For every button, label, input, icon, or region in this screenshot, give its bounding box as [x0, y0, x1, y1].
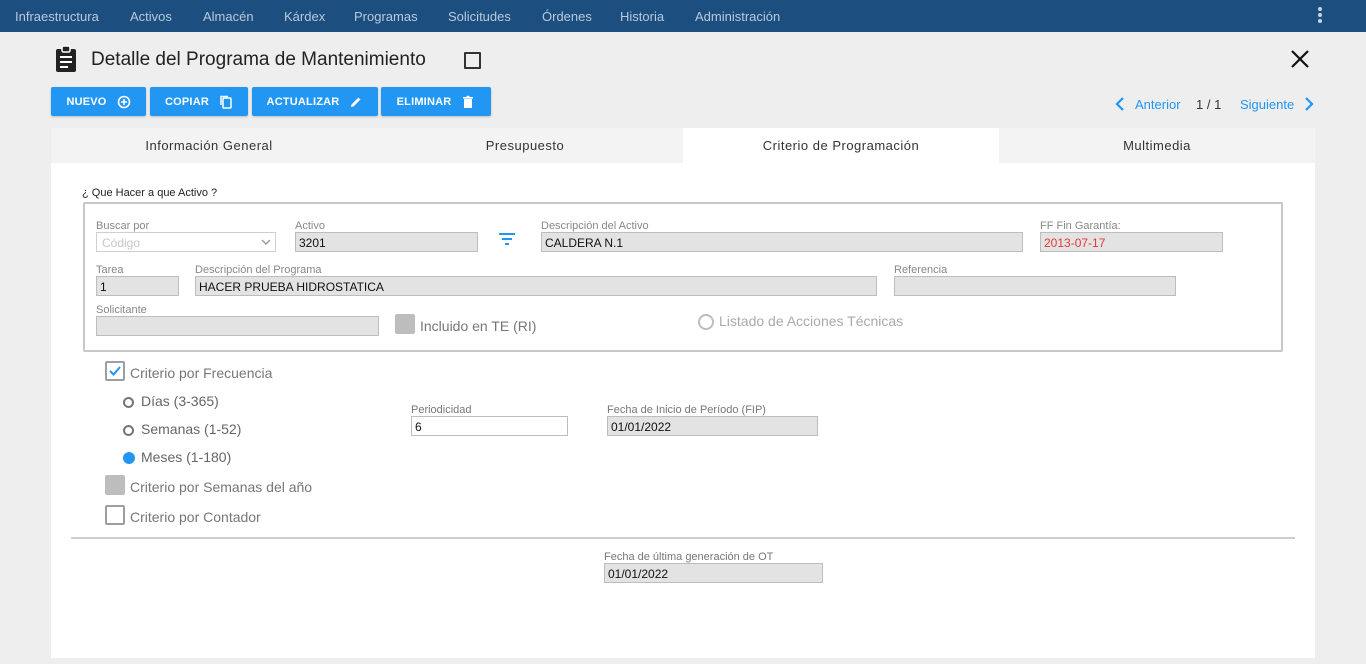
listado-radio[interactable]	[698, 314, 714, 330]
chevron-left-icon[interactable]	[1115, 96, 1125, 112]
meses-radio[interactable]	[123, 452, 135, 464]
fip-label: Fecha de Inicio de Período (FIP)	[607, 404, 766, 416]
tarea-label: Tarea	[96, 264, 124, 276]
dias-radio[interactable]	[123, 397, 134, 408]
tab-criterio-programacion[interactable]: Criterio de Programación	[683, 128, 999, 163]
delete-button[interactable]: ELIMINAR	[381, 87, 491, 116]
activo-field[interactable]: 3201	[295, 232, 478, 252]
more-vert-icon[interactable]	[1314, 5, 1326, 25]
nav-item-administracion[interactable]: Administración	[695, 9, 780, 24]
copy-icon	[220, 95, 232, 109]
tab-bar: Información General Presupuesto Criterio…	[51, 128, 1315, 163]
top-navbar: Infraestructura Activos Almacén Kárdex P…	[0, 0, 1366, 32]
nav-item-infraestructura[interactable]: Infraestructura	[15, 9, 99, 24]
ff-fin-garantia-field[interactable]: 2013-07-17	[1040, 232, 1223, 252]
referencia-field[interactable]	[894, 276, 1176, 296]
listado-label: Listado de Acciones Técnicas	[719, 313, 904, 329]
title-checkbox[interactable]	[464, 52, 481, 69]
tab-presupuesto[interactable]: Presupuesto	[367, 128, 683, 163]
chevron-down-icon	[261, 239, 271, 245]
update-button-label: ACTUALIZAR	[266, 95, 340, 108]
new-button[interactable]: NUEVO	[51, 87, 146, 116]
pager-next-link[interactable]: Siguiente	[1240, 97, 1294, 112]
nav-item-programas[interactable]: Programas	[354, 9, 418, 24]
divider	[71, 537, 1295, 539]
semanas-radio[interactable]	[123, 425, 134, 436]
periodicidad-field[interactable]: 6	[411, 416, 568, 436]
semanas-label: Semanas (1-52)	[141, 421, 242, 437]
dias-label: Días (3-365)	[141, 393, 219, 409]
buscar-por-select[interactable]: Código	[96, 232, 276, 252]
clipboard-icon	[56, 45, 76, 72]
pager-prev-link[interactable]: Anterior	[1135, 97, 1181, 112]
solicitante-field[interactable]	[96, 316, 379, 336]
semanas-anio-checkbox[interactable]	[105, 475, 125, 495]
nav-item-historia[interactable]: Historia	[620, 9, 664, 24]
tab-informacion-general[interactable]: Información General	[51, 128, 367, 163]
contador-label: Criterio por Contador	[130, 509, 261, 525]
periodicidad-label: Periodicidad	[411, 404, 472, 416]
incluido-checkbox[interactable]	[395, 314, 415, 334]
activo-label: Activo	[295, 220, 325, 232]
pencil-icon	[351, 97, 361, 107]
meses-label: Meses (1-180)	[141, 449, 232, 465]
tab-multimedia[interactable]: Multimedia	[999, 128, 1315, 163]
buscar-por-label: Buscar por	[96, 220, 150, 232]
chevron-right-icon[interactable]	[1304, 96, 1314, 112]
pager-count: 1 / 1	[1196, 97, 1222, 112]
frecuencia-label: Criterio por Frecuencia	[130, 365, 273, 381]
nav-item-activos[interactable]: Activos	[130, 9, 172, 24]
nav-item-kardex[interactable]: Kárdex	[284, 9, 325, 24]
close-icon[interactable]	[1290, 49, 1310, 69]
solicitante-label: Solicitante	[96, 304, 147, 316]
referencia-label: Referencia	[894, 264, 948, 276]
nav-item-ordenes[interactable]: Órdenes	[542, 9, 592, 24]
add-circle-icon	[117, 95, 130, 108]
semanas-anio-label: Criterio por Semanas del año	[130, 479, 313, 495]
filter-icon[interactable]	[498, 231, 516, 247]
delete-button-label: ELIMINAR	[396, 95, 452, 108]
contador-checkbox[interactable]	[105, 505, 125, 525]
frecuencia-checkbox[interactable]	[105, 361, 125, 381]
new-button-label: NUEVO	[66, 95, 107, 108]
ultima-gen-label: Fecha de última generación de OT	[604, 551, 774, 563]
descripcion-programa-label: Descripción del Programa	[195, 264, 322, 276]
check-icon	[109, 366, 121, 376]
update-button[interactable]: ACTUALIZAR	[252, 87, 378, 116]
section-label: ¿ Que Hacer a que Activo ?	[82, 187, 218, 199]
nav-item-almacen[interactable]: Almacén	[203, 9, 254, 24]
descripcion-activo-field[interactable]: CALDERA N.1	[541, 232, 1023, 252]
descripcion-activo-label: Descripción del Activo	[541, 220, 649, 232]
page-title: Detalle del Programa de Mantenimiento	[91, 49, 426, 70]
descripcion-programa-field[interactable]: HACER PRUEBA HIDROSTATICA	[195, 276, 877, 296]
nav-item-solicitudes[interactable]: Solicitudes	[448, 9, 511, 24]
buscar-por-value: Código	[102, 236, 141, 250]
ultima-gen-field[interactable]: 01/01/2022	[604, 563, 823, 583]
fip-field[interactable]: 01/01/2022	[607, 416, 818, 436]
incluido-label: Incluido en TE (RI)	[420, 318, 537, 334]
trash-icon	[463, 95, 474, 108]
copy-button[interactable]: COPIAR	[150, 87, 248, 116]
ff-fin-garantia-label: FF Fin Garantía:	[1040, 220, 1121, 232]
tarea-field[interactable]: 1	[96, 276, 179, 296]
copy-button-label: COPIAR	[165, 95, 209, 108]
